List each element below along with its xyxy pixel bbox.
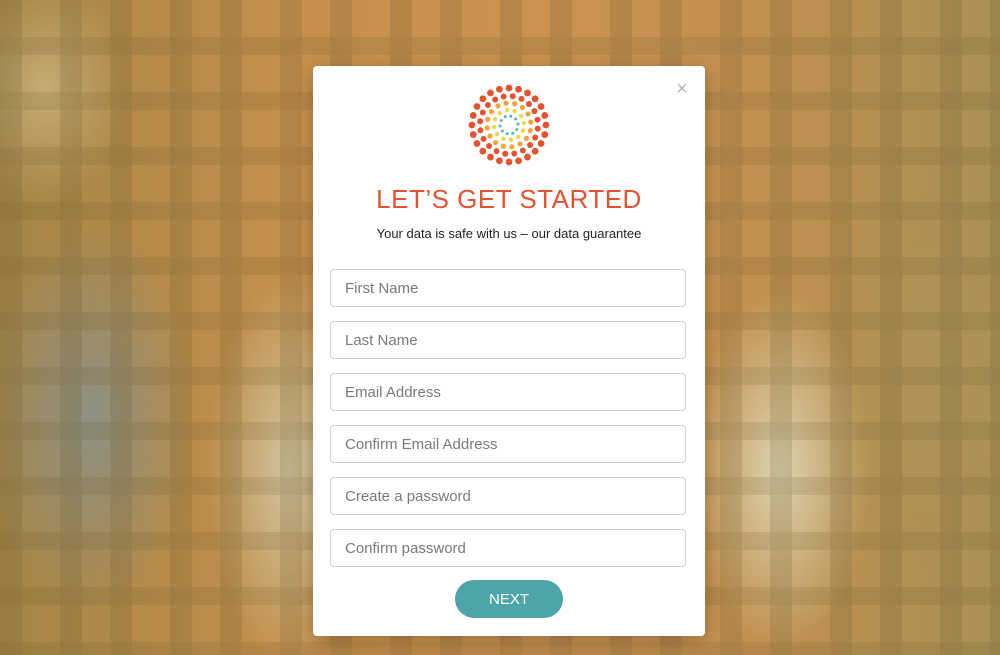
logo-dot xyxy=(525,111,531,117)
logo-dot xyxy=(531,108,538,115)
logo-dot xyxy=(501,136,506,142)
next-button[interactable]: NEXT xyxy=(455,580,563,618)
logo-dot xyxy=(514,117,518,121)
logo-dot xyxy=(492,96,499,103)
logo-dot xyxy=(519,147,526,154)
logo-dot xyxy=(498,124,502,128)
logo-dot xyxy=(504,107,510,113)
logo-dot xyxy=(469,112,477,119)
logo-dot xyxy=(488,109,495,115)
logo-dot xyxy=(520,128,526,133)
logo-dot xyxy=(532,134,539,141)
confirm-password-field[interactable] xyxy=(330,529,686,567)
logo-dot xyxy=(518,113,524,119)
last-name-field[interactable] xyxy=(330,321,686,359)
first-name-field[interactable] xyxy=(330,269,686,307)
logo-dot xyxy=(484,125,490,131)
logo-dot xyxy=(479,95,487,103)
logo-dot xyxy=(515,127,519,131)
logo-dot xyxy=(511,131,515,135)
logo-dot xyxy=(534,125,541,132)
logo-dot xyxy=(496,157,503,165)
logo-dot xyxy=(487,133,493,139)
logo-dot xyxy=(537,140,545,147)
confirm-email-field[interactable] xyxy=(330,425,686,463)
logo-dot xyxy=(541,112,549,119)
logo-dot xyxy=(515,134,521,140)
logo-dot xyxy=(495,103,501,109)
logo-dot xyxy=(469,131,477,138)
password-field[interactable] xyxy=(330,477,686,515)
logo-dot xyxy=(537,103,545,110)
logo-dot xyxy=(531,147,539,155)
logo-dot xyxy=(502,150,509,157)
logo-dot xyxy=(486,143,493,150)
subtitle: Your data is safe with us – our data gua… xyxy=(376,226,642,241)
logo-dot xyxy=(524,153,531,161)
logo-dot xyxy=(503,100,509,106)
close-icon[interactable]: × xyxy=(673,79,691,99)
logo-dot xyxy=(500,143,506,149)
logo-dot xyxy=(534,116,541,123)
logo-dot xyxy=(516,122,520,126)
logo-dot xyxy=(473,103,481,110)
logo-dot xyxy=(515,85,522,93)
logo-dot xyxy=(523,135,530,141)
logo-dot xyxy=(505,158,513,166)
logo-dot xyxy=(518,95,525,102)
logo-dot xyxy=(542,121,550,129)
logo-dot xyxy=(477,127,484,134)
logo-dot xyxy=(487,89,494,97)
logo-dot xyxy=(505,132,509,136)
sunburst-dots-logo xyxy=(468,84,550,166)
logo-dot xyxy=(468,121,476,129)
signup-modal: × LET’S GET STARTED Your data is safe wi… xyxy=(313,66,705,636)
logo-dot xyxy=(531,95,539,103)
logo-dot xyxy=(512,101,518,107)
logo-dot xyxy=(485,116,491,122)
logo-dot xyxy=(494,131,500,137)
logo-dot xyxy=(500,129,504,133)
logo-dot xyxy=(527,141,534,148)
logo-dot xyxy=(508,137,514,143)
logo-dot xyxy=(499,119,503,123)
logo-dot xyxy=(517,141,523,147)
email-field[interactable] xyxy=(330,373,686,411)
logo-dot xyxy=(479,147,487,155)
logo-dot xyxy=(493,139,499,146)
logo-dot xyxy=(528,119,534,125)
logo-dot xyxy=(480,135,487,142)
logo-dot xyxy=(509,144,515,150)
logo-dot xyxy=(492,117,498,122)
logo-dot xyxy=(512,108,517,114)
logo-dot xyxy=(524,89,531,97)
logo-dot xyxy=(509,114,513,118)
logo-dot xyxy=(525,100,532,107)
logo-dot xyxy=(509,93,516,100)
logo-dot xyxy=(487,153,494,161)
logo-dot xyxy=(519,104,525,111)
logo-dot xyxy=(477,118,484,125)
logo-dot xyxy=(473,140,481,147)
logo-dot xyxy=(503,115,507,119)
logo-dot xyxy=(541,131,549,138)
logo-dot xyxy=(511,150,518,157)
logo-dot xyxy=(500,93,507,100)
logo-dot xyxy=(484,102,491,109)
logo-dot xyxy=(479,109,486,116)
logo-dot xyxy=(497,110,503,116)
logo-dot xyxy=(521,120,527,126)
page-title: LET’S GET STARTED xyxy=(376,184,642,214)
logo-dot xyxy=(491,124,497,130)
logo-dot xyxy=(493,148,500,155)
logo-dot xyxy=(515,157,522,165)
logo-dot xyxy=(496,85,503,93)
logo-dot xyxy=(527,128,533,134)
logo-dot xyxy=(505,84,513,92)
